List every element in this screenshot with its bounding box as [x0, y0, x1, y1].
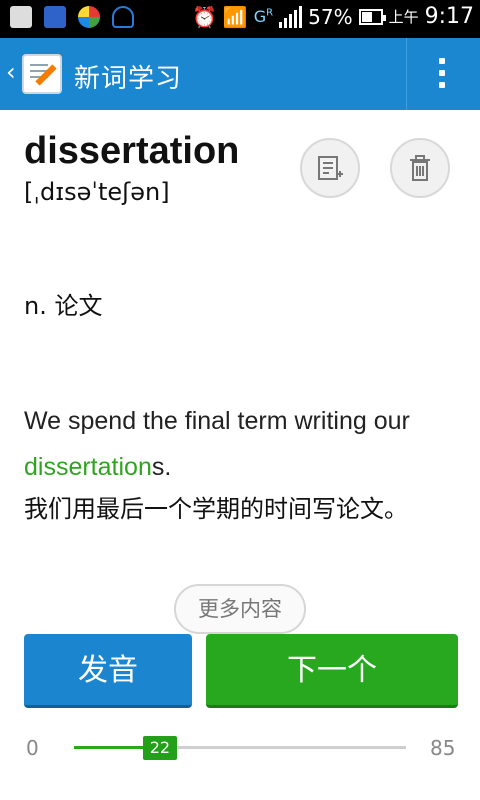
- chevron-left-icon[interactable]: ‹: [6, 58, 16, 86]
- add-to-notebook-button[interactable]: [300, 138, 360, 198]
- lock-notification-icon: [112, 6, 134, 28]
- example-highlight: dissertation: [24, 453, 152, 481]
- network-label: G: [253, 7, 267, 26]
- definition: n. 论文: [24, 292, 103, 320]
- time-prefix: 上午: [388, 8, 419, 26]
- status-bar: ⏰ 📶 GR 57% 上午 9:17: [0, 0, 480, 38]
- example-translation: 我们用最后一个学期的时间写论文。: [24, 495, 408, 523]
- progress-min-label: 0: [26, 736, 39, 760]
- system-indicators: ⏰ 📶 GR 57% 上午 9:17: [192, 4, 474, 29]
- app-logo[interactable]: [22, 54, 62, 94]
- example-text-after: s.: [151, 453, 172, 481]
- pronounce-button[interactable]: 发音: [24, 634, 192, 708]
- example-sentence: We spend the final term writing our diss…: [24, 398, 464, 490]
- more-content-button[interactable]: 更多内容: [174, 584, 306, 634]
- trash-icon: [410, 155, 430, 181]
- progress-track[interactable]: [74, 746, 406, 749]
- example-text-before: We spend the final term writing our: [24, 407, 410, 435]
- next-word-button[interactable]: 下一个: [206, 634, 458, 708]
- app-bar: ‹ 新词学习: [0, 38, 480, 110]
- alarm-icon: ⏰: [191, 4, 217, 29]
- battery-icon: [358, 8, 386, 25]
- network-sup: R: [266, 7, 274, 19]
- page-title: 新词学习: [74, 64, 183, 94]
- progress-max-label: 85: [430, 736, 456, 760]
- delete-button[interactable]: [390, 138, 450, 198]
- wifi-icon: 📶: [222, 4, 248, 29]
- overflow-menu-icon[interactable]: [430, 58, 454, 92]
- headword: dissertation: [24, 130, 240, 172]
- clock: 9:17: [424, 4, 474, 29]
- contact-notification-icon: [44, 6, 66, 28]
- add-notification-icon: [10, 6, 32, 28]
- battery-percent: 57%: [308, 4, 353, 29]
- app-notification-icon: [78, 6, 100, 28]
- add-to-notebook-icon: [318, 156, 343, 180]
- network-type: GR: [254, 7, 273, 26]
- signal-icon: [279, 5, 303, 28]
- notification-icons: [10, 6, 134, 28]
- progress-thumb[interactable]: 22: [142, 736, 177, 760]
- phonetic: [ˌdɪsəˈteʃən]: [24, 178, 170, 206]
- app-bar-divider: [406, 38, 407, 110]
